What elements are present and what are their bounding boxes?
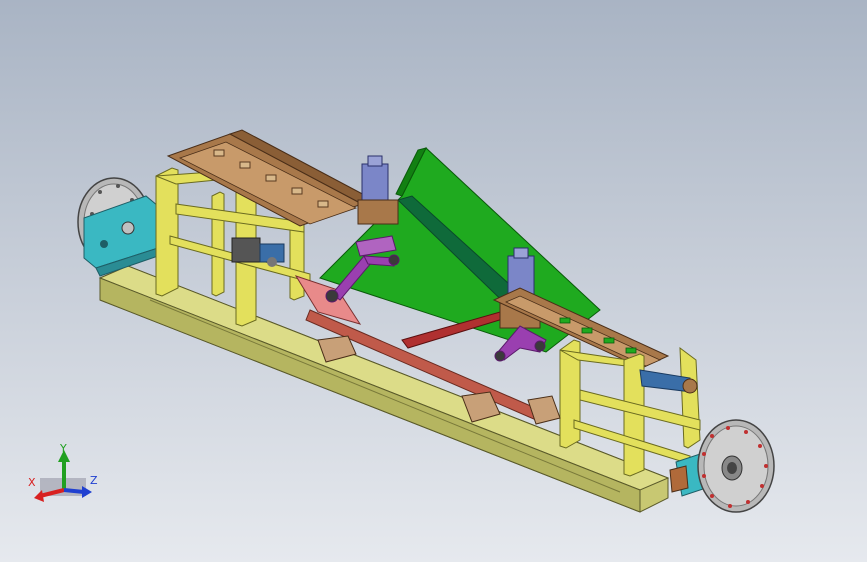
- triad-x-label: X: [28, 476, 36, 489]
- triad-z-label: Z: [90, 474, 98, 487]
- triad-y-label: Y: [59, 442, 67, 455]
- cad-viewport[interactable]: Y X Z: [0, 0, 867, 562]
- machine-model[interactable]: [0, 0, 867, 562]
- cylinder-icon: [355, 155, 399, 257]
- orientation-triad: Y X Z: [28, 442, 98, 502]
- right-disc-icon: [697, 419, 775, 513]
